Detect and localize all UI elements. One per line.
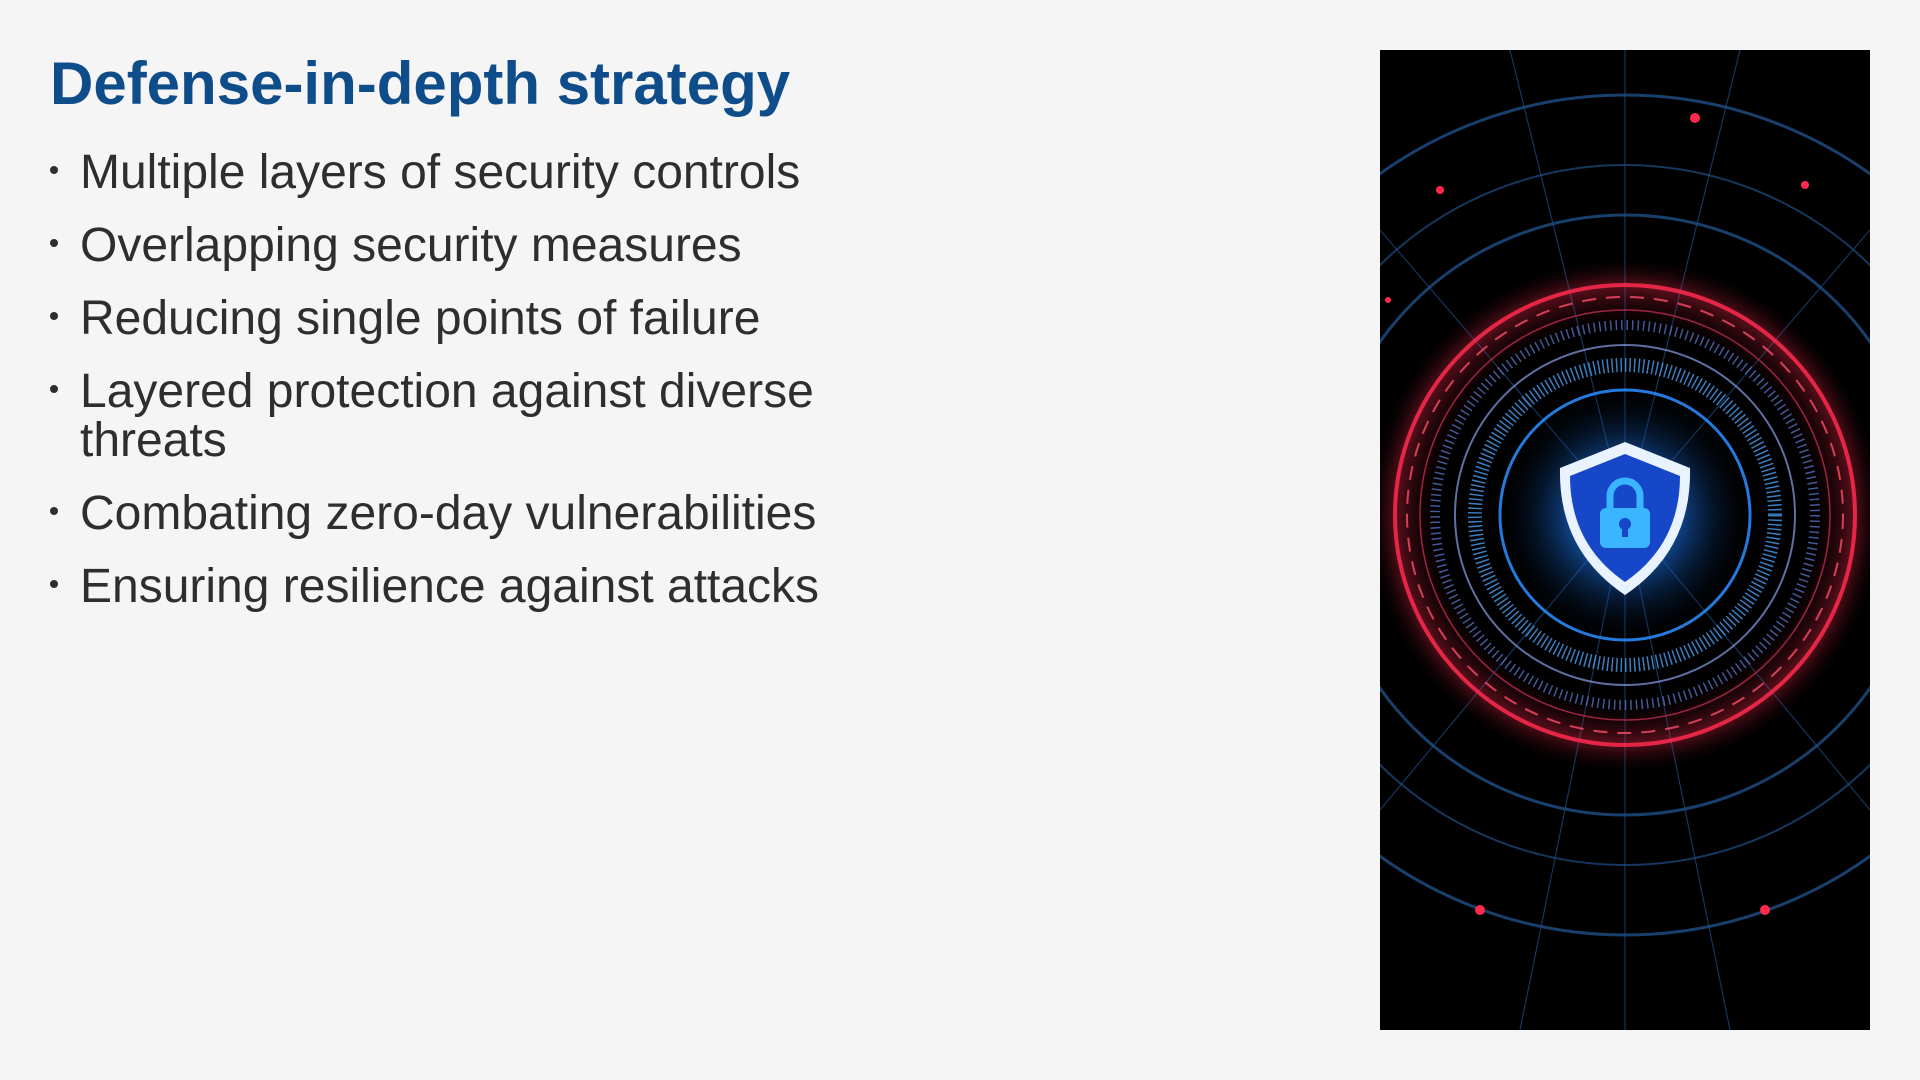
bullet-dot-icon <box>50 580 58 588</box>
bullet-text: Multiple layers of security controls <box>80 146 801 199</box>
bullet-dot-icon <box>50 312 58 320</box>
bullet-dot-icon <box>50 166 58 174</box>
bullet-dot-icon <box>50 385 58 393</box>
bullet-dot-icon <box>50 239 58 247</box>
bullet-item: Layered protection against diverse threa… <box>50 367 870 465</box>
bullet-text: Combating zero-day vulnerabilities <box>80 487 817 540</box>
bullet-text: Reducing single points of failure <box>80 292 761 345</box>
cyber-shield-illustration <box>1380 50 1870 1030</box>
slide-title: Defense-in-depth strategy <box>50 50 791 117</box>
bullet-item: Overlapping security measures <box>50 221 870 270</box>
bullet-dot-icon <box>50 507 58 515</box>
bullet-text: Overlapping security measures <box>80 219 742 272</box>
bullet-list: Multiple layers of security controls Ove… <box>50 148 870 635</box>
bullet-item: Combating zero-day vulnerabilities <box>50 489 870 538</box>
bullet-item: Multiple layers of security controls <box>50 148 870 197</box>
bullet-item: Reducing single points of failure <box>50 294 870 343</box>
bullet-text: Layered protection against diverse threa… <box>80 365 814 467</box>
bullet-text: Ensuring resilience against attacks <box>80 560 820 613</box>
cyber-rings-graphic <box>1380 50 1870 1030</box>
bullet-item: Ensuring resilience against attacks <box>50 562 870 611</box>
